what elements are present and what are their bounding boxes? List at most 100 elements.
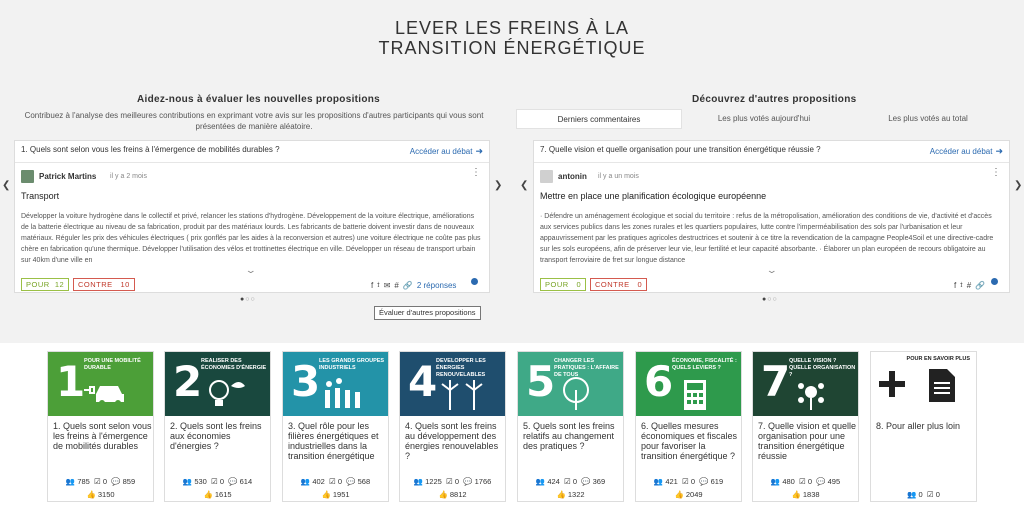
facebook-icon[interactable]: f [954,281,956,290]
participants-icon: 👥 [653,477,664,486]
theme-stats: 👥 402 ☑ 0 💬 568 [300,477,371,486]
twitter-icon[interactable]: 𝔱 [960,280,962,290]
debate-link[interactable]: Accéder au débat ➜ [930,146,1003,157]
theme-stats: 👥 0 ☑ 0 [907,490,940,499]
theme-card-3[interactable]: 3 LES GRANDS GROUPES INDUSTRIELS 3. Quel r… [282,351,389,502]
contre-button[interactable]: CONTRE 0 [590,278,648,291]
calculator-icon [684,380,706,410]
theme-tile: POUR EN SAVOIR PLUS [871,352,976,416]
network-icon [798,383,824,410]
theme-tile: 5 CHANGER LES PRATIQUES : L'AFFAIRE DE TO… [518,352,623,416]
evaluate-more-button[interactable]: Évaluer d'autres propositions [374,306,481,320]
hashtag-icon[interactable]: # [967,281,971,290]
next-arrow-left[interactable]: ❯ [494,180,502,191]
contre-button[interactable]: CONTRE 10 [73,278,135,291]
tab-most-voted-today[interactable]: Les plus votés aujourd'hui [682,109,846,129]
participants-icon: 👥 [65,477,76,486]
theme-card-4[interactable]: 4 DEVELOPPER LES ÉNERGIES RENOUVELABLES 4.… [399,351,506,502]
next-arrow-right[interactable]: ❯ [1014,180,1022,191]
theme-card-2[interactable]: 2 REALISER DES ÉCONOMIES D'ÉNERGIE 2. Quel… [164,351,271,502]
pour-button[interactable]: POUR 12 [21,278,70,291]
thumbs-icon: 👍 [203,490,213,499]
kebab-menu-icon[interactable]: ⋮ [471,168,481,178]
theme-question: 8. Pour aller plus loin [876,421,961,431]
comments-icon: 💬 [463,477,473,486]
theme-card-1[interactable]: 1 POUR UNE MOBILITÉ DURABLE 1. Quels sont … [47,351,154,502]
author-time: il y a un mois [598,173,639,180]
proposals-icon: ☑ [682,477,689,486]
tab-most-voted-total[interactable]: Les plus votés au total [846,109,1010,129]
theme-stats: 👥 424 ☑ 0 💬 369 [535,477,606,486]
email-icon[interactable]: ✉ [384,281,391,290]
hashtag-icon[interactable]: # [394,281,398,290]
proposal-title: Mettre en place une planification écolog… [540,191,767,201]
proposal-body: Développer la voiture hydrogène dans le … [21,213,481,264]
kebab-menu-icon[interactable]: ⋮ [991,168,1001,178]
author-name: Patrick Martins [39,172,97,181]
chevron-down-icon[interactable]: ⌄ [245,265,257,276]
page-title-line2: TRANSITION ÉNERGÉTIQUE [378,38,646,58]
left-section-heading: Aidez-nous à évaluer les nouvelles propo… [137,94,381,105]
facebook-icon[interactable]: f [371,281,373,290]
theme-caption: LES GRANDS GROUPES INDUSTRIELS [319,358,385,371]
author-name: antonin [558,172,587,181]
avatar [540,170,553,183]
twitter-icon[interactable]: 𝔱 [377,280,379,290]
pager-dots-left[interactable]: ●○○ [240,296,256,303]
tab-bar: Derniers commentaires Les plus votés auj… [516,109,1010,129]
theme-number: 5 [526,357,556,406]
avatar [21,170,34,183]
theme-card-more[interactable]: POUR EN SAVOIR PLUS 8. Pour aller plus l… [870,351,977,502]
theme-tile: 2 REALISER DES ÉCONOMIES D'ÉNERGIE [165,352,270,416]
proposal-title: Transport [21,191,60,201]
theme-question: 4. Quels sont les freins au développemen… [405,421,499,461]
thumbs-icon: 👍 [438,490,448,499]
proposal-card-left: 1. Quels sont selon vous les freins à l'… [14,140,490,293]
tab-latest-comments[interactable]: Derniers commentaires [516,109,682,129]
car-plug-icon [84,386,124,406]
comments-icon: 💬 [346,477,356,486]
arrow-right-icon: ➜ [475,146,483,156]
right-section-heading: Découvrez d'autres propositions [692,94,857,105]
theme-votes: 👍 1615 [203,490,232,499]
thumbs-icon: 👍 [556,490,566,499]
thumbs-icon: 👍 [321,490,331,499]
theme-number: 7 [761,357,791,406]
author-time: il y a 2 mois [110,173,147,180]
theme-question: 6. Quelles mesures économiques et fiscal… [641,421,738,461]
chevron-down-icon[interactable]: ⌄ [766,265,778,276]
intro-text: Contribuez à l'analyse des meilleures co… [24,111,484,131]
proposals-icon: ☑ [211,477,218,486]
participants-icon: 👥 [300,477,311,486]
theme-card-5[interactable]: 5 CHANGER LES PRATIQUES : L'AFFAIRE DE TO… [517,351,624,502]
theme-number: 3 [291,357,321,406]
pager-dots-right[interactable]: ●○○ [762,296,778,303]
link-icon[interactable]: 🔗 [403,281,413,290]
replies-link[interactable]: 2 réponses [417,281,457,290]
tree-icon [563,377,589,410]
theme-stats: 👥 421 ☑ 0 💬 619 [653,477,724,486]
plus-document-icon [879,369,955,402]
theme-stats: 👥 480 ☑ 0 💬 495 [770,477,841,486]
share-bar: f 𝔱 ✉ # 🔗 2 réponses [371,280,456,290]
theme-question: 2. Quels sont les freins aux économies d… [170,421,262,451]
theme-votes: 👍 1322 [556,490,585,499]
share-bar: f 𝔱 # 🔗 [954,280,985,290]
comments-icon: 💬 [228,477,238,486]
proposals-icon: ☑ [446,477,453,486]
theme-tile: 7 QUELLE VISION ? QUELLE ORGANISATION ? [753,352,858,416]
theme-card-6[interactable]: 6 ÉCONOMIE, FISCALITÉ : QUELS LEVIERS ? 6.… [635,351,742,502]
debate-link[interactable]: Accéder au débat ➜ [410,146,483,157]
comments-icon: 💬 [581,477,591,486]
pour-button[interactable]: POUR 0 [540,278,587,291]
prev-arrow-left[interactable]: ❮ [2,180,10,191]
prev-arrow-right[interactable]: ❮ [520,180,528,191]
theme-tile: 4 DEVELOPPER LES ÉNERGIES RENOUVELABLES [400,352,505,416]
theme-stats: 👥 530 ☑ 0 💬 614 [182,477,253,486]
participants-icon: 👥 [770,477,781,486]
link-icon[interactable]: 🔗 [975,281,985,290]
theme-card-7[interactable]: 7 QUELLE VISION ? QUELLE ORGANISATION ? 7.… [752,351,859,502]
theme-number: 2 [173,357,203,406]
theme-votes: 👍 3150 [86,490,115,499]
factory-icon [325,378,360,408]
